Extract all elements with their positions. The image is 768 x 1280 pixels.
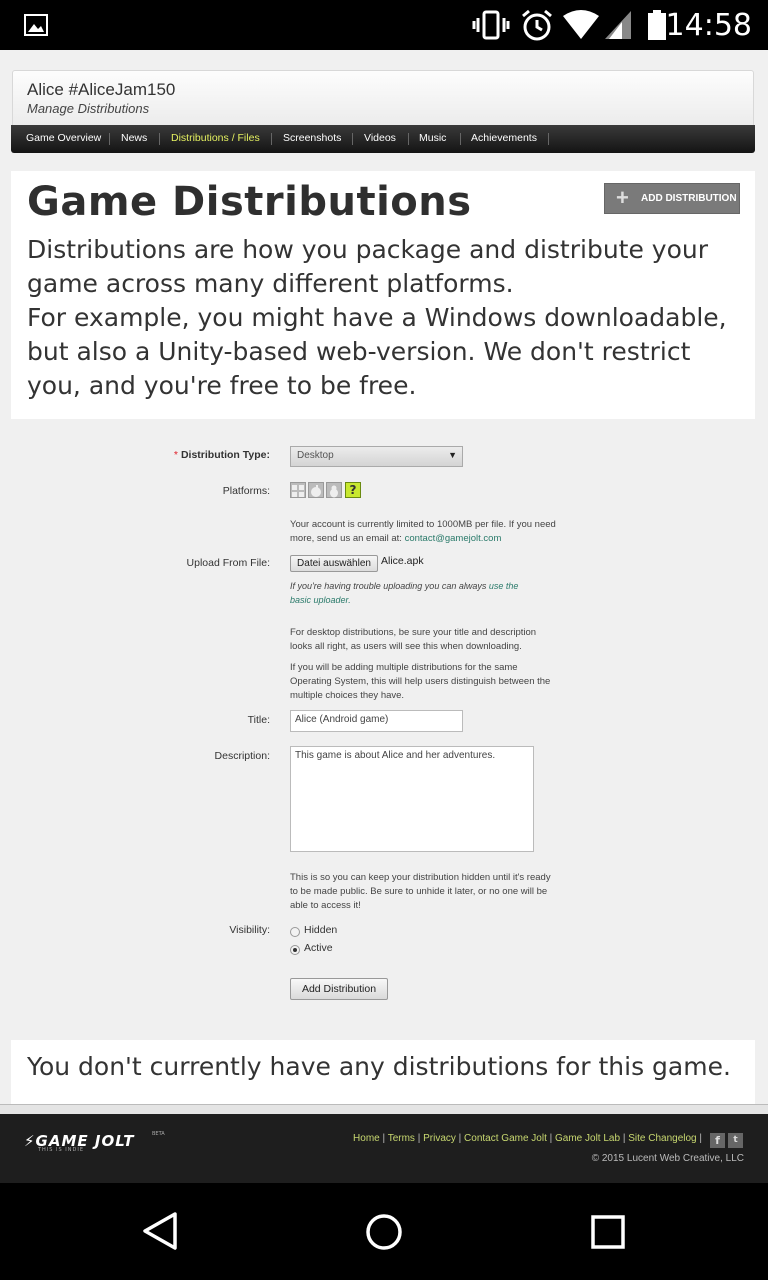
footer-link-changelog[interactable]: Site Changelog bbox=[628, 1133, 696, 1144]
upload-from-file-label: Upload From File: bbox=[186, 557, 270, 569]
nav-separator bbox=[271, 133, 272, 145]
facebook-icon[interactable]: f bbox=[710, 1133, 725, 1148]
footer-link-privacy[interactable]: Privacy bbox=[423, 1133, 456, 1144]
windows-icon[interactable] bbox=[290, 482, 306, 498]
site-footer: ⚡GAME JOLT BETA THIS IS INDIE Home | Ter… bbox=[0, 1114, 768, 1183]
visibility-hidden-label[interactable]: Hidden bbox=[304, 924, 337, 936]
nav-separator bbox=[109, 133, 110, 145]
visibility-hidden-radio[interactable] bbox=[290, 927, 300, 937]
upload-limit-note: Your account is currently limited to 100… bbox=[290, 518, 560, 546]
tab-videos[interactable]: Videos bbox=[364, 132, 396, 144]
back-icon[interactable] bbox=[140, 1211, 180, 1251]
description-label: Description: bbox=[214, 750, 270, 762]
tab-music[interactable]: Music bbox=[419, 132, 446, 144]
visibility-active-radio[interactable] bbox=[290, 945, 300, 955]
selected-file-name: Alice.apk bbox=[381, 555, 424, 567]
visibility-label: Visibility: bbox=[229, 924, 270, 936]
visibility-note: This is so you can keep your distributio… bbox=[290, 872, 551, 911]
tab-distributions-files[interactable]: Distributions / Files bbox=[171, 132, 260, 144]
intro-line-1: Distributions are how you package and di… bbox=[27, 235, 709, 298]
logo-tagline: THIS IS INDIE bbox=[38, 1147, 84, 1153]
title-label: Title: bbox=[247, 714, 270, 726]
distribution-type-value: Desktop bbox=[297, 450, 334, 461]
copyright: © 2015 Lucent Web Creative, LLC bbox=[591, 1153, 744, 1164]
signal-icon bbox=[605, 11, 631, 39]
required-marker: * bbox=[173, 449, 179, 461]
system-navigation-bar bbox=[0, 1183, 768, 1280]
distribution-type-label-text: Distribution Type: bbox=[180, 449, 270, 461]
footer-link-contact[interactable]: Contact Game Jolt bbox=[464, 1133, 547, 1144]
upload-trouble-text: If you're having trouble uploading you c… bbox=[290, 581, 487, 591]
platforms-label: Platforms: bbox=[222, 485, 270, 497]
tab-news[interactable]: News bbox=[121, 132, 147, 144]
distribution-type-select[interactable]: Desktop ▼ bbox=[290, 446, 463, 467]
nav-separator bbox=[548, 133, 549, 145]
multiple-distributions-note: If you will be adding multiple distribut… bbox=[290, 662, 551, 701]
nav-separator bbox=[159, 133, 160, 145]
twitter-icon[interactable]: t bbox=[728, 1133, 743, 1148]
intro-description: Distributions are how you package and di… bbox=[27, 233, 742, 403]
footer-links: Home | Terms | Privacy | Contact Game Jo… bbox=[353, 1133, 702, 1144]
add-distribution-label: ADD DISTRIBUTION bbox=[641, 193, 737, 204]
dropdown-arrow-icon: ▼ bbox=[448, 450, 457, 460]
alarm-icon bbox=[522, 9, 552, 41]
tab-screenshots[interactable]: Screenshots bbox=[283, 132, 341, 144]
status-bar: 14:58 bbox=[0, 0, 768, 50]
footer-link-lab[interactable]: Game Jolt Lab bbox=[555, 1133, 620, 1144]
linux-icon[interactable] bbox=[326, 482, 342, 498]
nav-separator bbox=[352, 133, 353, 145]
game-nav: Game Overview News Distributions / Files… bbox=[11, 125, 755, 153]
add-distribution-button[interactable]: + ADD DISTRIBUTION bbox=[604, 183, 740, 214]
other-platform-icon[interactable]: ? bbox=[345, 482, 361, 498]
recents-icon[interactable] bbox=[590, 1214, 626, 1250]
description-textarea[interactable]: This game is about Alice and her adventu… bbox=[290, 746, 534, 852]
beta-badge: BETA bbox=[152, 1131, 165, 1137]
footer-link-home[interactable]: Home bbox=[353, 1133, 380, 1144]
game-header: Alice #AliceJam150 Manage Distributions bbox=[12, 70, 754, 126]
contact-email-link[interactable]: contact@gamejolt.com bbox=[405, 533, 502, 544]
nav-separator bbox=[460, 133, 461, 145]
empty-message: You don't currently have any distributio… bbox=[27, 1052, 731, 1081]
choose-file-button[interactable]: Datei auswählen bbox=[290, 555, 378, 572]
home-icon[interactable] bbox=[364, 1212, 404, 1252]
footer-link-terms[interactable]: Terms bbox=[388, 1133, 415, 1144]
browser-page[interactable]: Alice #AliceJam150 Manage Distributions … bbox=[0, 50, 768, 1183]
footer-divider bbox=[0, 1104, 768, 1114]
tab-achievements[interactable]: Achievements bbox=[471, 132, 537, 144]
page-title: Game Distributions bbox=[27, 179, 472, 225]
intro-line-2: For example, you might have a Windows do… bbox=[27, 303, 727, 400]
game-title[interactable]: Alice #AliceJam150 bbox=[27, 80, 175, 100]
page-content: Alice #AliceJam150 Manage Distributions … bbox=[0, 50, 768, 1110]
tab-game-overview[interactable]: Game Overview bbox=[26, 132, 101, 144]
nav-separator bbox=[408, 133, 409, 145]
apple-icon[interactable] bbox=[308, 482, 324, 498]
distribution-type-label: * Distribution Type: bbox=[174, 449, 270, 461]
clock: 14:58 bbox=[665, 8, 752, 43]
vibrate-icon bbox=[472, 10, 510, 40]
visibility-active-label[interactable]: Active bbox=[304, 942, 333, 954]
intro-panel: Game Distributions + ADD DISTRIBUTION Di… bbox=[11, 171, 755, 419]
image-notification-icon bbox=[24, 14, 48, 36]
title-input[interactable]: Alice (Android game) bbox=[290, 710, 463, 732]
desktop-note: For desktop distributions, be sure your … bbox=[290, 627, 537, 652]
upload-trouble-note: If you're having trouble uploading you c… bbox=[290, 579, 540, 607]
page-subtitle: Manage Distributions bbox=[27, 101, 150, 116]
submit-add-distribution-button[interactable]: Add Distribution bbox=[290, 978, 388, 1000]
wifi-icon bbox=[563, 10, 599, 39]
empty-distributions-panel: You don't currently have any distributio… bbox=[11, 1040, 755, 1104]
plus-icon: + bbox=[616, 185, 629, 210]
